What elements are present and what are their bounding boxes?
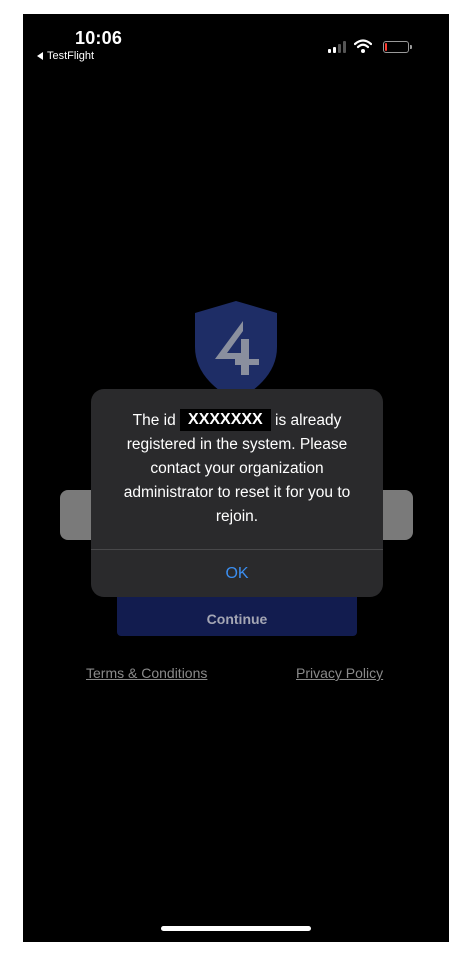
privacy-policy-link[interactable]: Privacy Policy xyxy=(296,665,383,681)
alert-message-prefix: The id xyxy=(132,412,176,429)
ok-button[interactable]: OK xyxy=(91,550,383,597)
shield-4-logo-icon xyxy=(195,301,277,401)
cellular-signal-icon xyxy=(328,41,348,53)
wifi-icon xyxy=(354,39,372,53)
home-indicator[interactable] xyxy=(161,926,311,931)
back-to-app-button[interactable]: TestFlight xyxy=(37,50,94,62)
back-app-label: TestFlight xyxy=(47,50,95,62)
alert-dialog: The id XXXXXXX is already registered in … xyxy=(91,389,383,597)
terms-and-conditions-link[interactable]: Terms & Conditions xyxy=(86,665,207,681)
alert-message: The id XXXXXXX is already registered in … xyxy=(91,409,383,529)
phone-screen: 10:06 TestFlight Continue Terms & Condit… xyxy=(23,14,449,942)
redacted-id: XXXXXXX xyxy=(180,409,271,431)
back-arrow-icon xyxy=(37,52,43,60)
status-time: 10:06 xyxy=(75,28,123,48)
battery-level-fill xyxy=(385,43,387,51)
battery-icon xyxy=(383,41,412,53)
